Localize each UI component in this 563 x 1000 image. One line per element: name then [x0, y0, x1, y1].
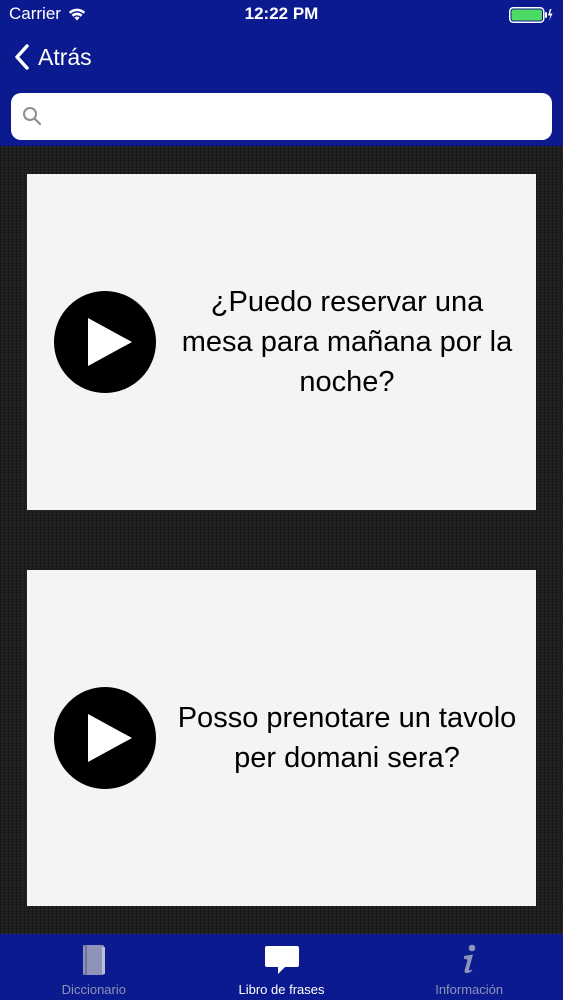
phrase-list: ¿Puedo reservar una mesa para mañana por… [0, 146, 563, 934]
phrase-card[interactable]: Posso prenotare un tavolo per domani ser… [27, 570, 536, 906]
tab-label: Diccionario [61, 982, 126, 997]
play-icon [88, 714, 132, 762]
info-icon [464, 944, 476, 974]
tab-label: Información [435, 982, 504, 997]
chevron-left-icon [15, 44, 29, 70]
search-bar [0, 86, 563, 146]
tab-label: Libro de frases [238, 982, 325, 997]
battery-icon [509, 7, 553, 23]
speech-bubble-icon [264, 946, 299, 974]
status-bar: Carrier 12:22 PM [0, 0, 563, 30]
navigation-bar: Atrás [0, 30, 563, 86]
tab-dictionary[interactable]: Diccionario [0, 934, 188, 1000]
search-field[interactable] [11, 93, 552, 142]
tab-information[interactable]: Información [375, 934, 563, 1000]
phrase-text: Posso prenotare un tavolo per domani ser… [177, 702, 517, 774]
back-button[interactable]: Atrás [14, 40, 92, 74]
book-icon [82, 945, 105, 975]
phrase-text: ¿Puedo reservar una mesa para mañana por… [181, 286, 513, 398]
tab-phrasebook[interactable]: Libro de frases [188, 934, 376, 1000]
search-icon [23, 107, 42, 126]
play-button[interactable] [54, 291, 156, 393]
play-icon [88, 318, 132, 366]
tab-bar: Diccionario Libro de frases Información [0, 934, 563, 1000]
search-input[interactable] [51, 93, 545, 142]
clock: 12:22 PM [244, 4, 319, 23]
phrase-card[interactable]: ¿Puedo reservar una mesa para mañana por… [27, 174, 536, 510]
play-button[interactable] [54, 687, 156, 789]
back-label: Atrás [38, 43, 92, 70]
